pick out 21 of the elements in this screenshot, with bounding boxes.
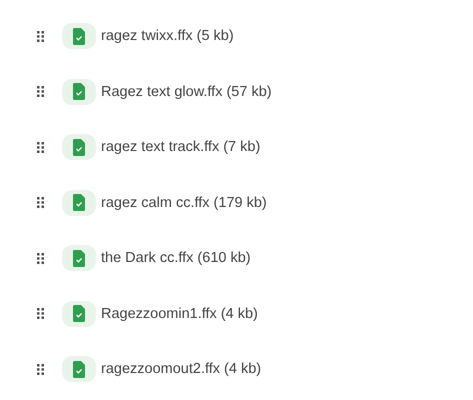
drag-handle-icon[interactable] — [37, 142, 44, 153]
file-name[interactable]: ragez text track.ffx (7 kb) — [101, 139, 260, 156]
file-check-icon — [62, 23, 96, 50]
drag-handle-icon[interactable] — [37, 364, 44, 375]
drag-handle-icon[interactable] — [37, 30, 44, 42]
file-check-icon — [62, 190, 96, 216]
file-check-icon — [62, 356, 96, 382]
file-name[interactable]: ragez twixx.ffx (5 kb) — [101, 28, 234, 44]
file-check-icon — [62, 134, 96, 160]
file-name[interactable]: Ragez text glow.ffx (57 kb) — [101, 84, 272, 100]
drag-handle-icon[interactable] — [37, 86, 44, 98]
file-check-icon — [62, 245, 96, 272]
file-name[interactable]: the Dark cc.ffx (610 kb) — [101, 250, 251, 266]
drag-handle-icon[interactable] — [37, 252, 44, 264]
file-name[interactable]: ragez calm cc.ffx (179 kb) — [101, 194, 267, 211]
file-check-icon — [62, 300, 96, 327]
drag-handle-icon[interactable] — [37, 308, 44, 320]
drag-handle-icon[interactable] — [37, 197, 44, 208]
file-check-icon — [62, 78, 96, 105]
file-name[interactable]: ragezzoomout2.ffx (4 kb) — [101, 361, 262, 378]
file-name[interactable]: Ragezzoomin1.ffx (4 kb) — [101, 306, 258, 322]
